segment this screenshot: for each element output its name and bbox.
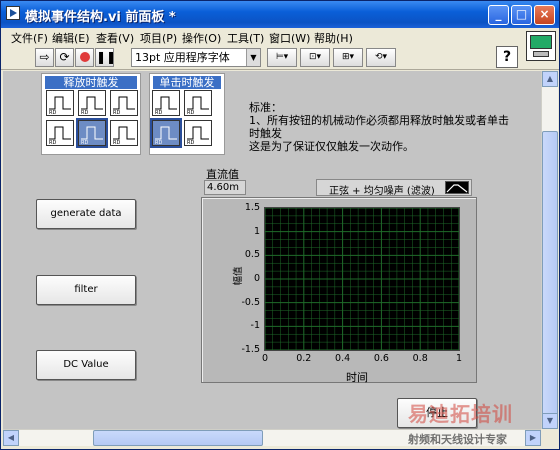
svg-text:RD: RD	[113, 140, 120, 145]
y-tick-label: 0.5	[244, 249, 260, 261]
context-help-button[interactable]: ?	[496, 46, 518, 68]
reorder-icon[interactable]: ⟲▾	[366, 48, 396, 67]
run-arrow-icon[interactable]: ⇨	[35, 48, 54, 67]
vertical-scroll-thumb[interactable]	[542, 131, 558, 421]
minimize-button[interactable]: _	[488, 5, 509, 25]
monitor-icon-screen	[530, 35, 552, 49]
single-trigger-header: 单击时触发	[153, 76, 221, 89]
svg-text:RD: RD	[155, 110, 162, 115]
legend-line-swatch	[445, 181, 469, 194]
filter-button[interactable]: filter	[36, 275, 136, 305]
y-tick-label: 1	[253, 225, 260, 237]
y-tick-label: -0.5	[241, 296, 260, 308]
window-title: 模拟事件结构.vi 前面板 *	[25, 10, 176, 25]
x-tick-label: 0.4	[335, 353, 351, 364]
chevron-down-icon: ▼	[246, 49, 260, 66]
svg-text:RD: RD	[49, 140, 56, 145]
maximize-button[interactable]: □	[511, 5, 532, 25]
mechanical-action-single-a[interactable]: RD	[152, 90, 180, 116]
vertical-scrollbar[interactable]: ▲ ▼	[541, 71, 558, 429]
align-objects-icon[interactable]: ⊨▾	[267, 48, 297, 67]
mechanical-action-switch-when-pressed[interactable]: RD	[46, 90, 74, 116]
close-button[interactable]: ×	[534, 5, 555, 25]
labview-app-icon[interactable]	[6, 6, 20, 20]
mechanical-action-switch-when-released[interactable]: RD	[78, 90, 106, 116]
note-line-2: 1、所有按钮的机械动作必须都用释放时触发或者单击时触发	[249, 114, 509, 140]
vi-front-panel-window: 模拟事件结构.vi 前面板 * _ □ × 文件(F) 编辑(E) 查看(V) …	[0, 0, 560, 450]
dc-value-indicator: 4.60m	[204, 180, 246, 195]
menu-file[interactable]: 文件(F)	[11, 30, 48, 46]
release-trigger-header: 释放时触发	[45, 76, 137, 89]
menu-tools[interactable]: 工具(T)	[227, 30, 264, 46]
x-tick-label: 0.6	[373, 353, 389, 364]
mechanical-action-single-b[interactable]: RD	[184, 90, 212, 116]
plot-svg	[264, 207, 460, 351]
horizontal-scroll-thumb[interactable]	[93, 430, 263, 446]
scroll-left-icon[interactable]: ◀	[3, 430, 19, 446]
menu-view[interactable]: 查看(V)	[96, 30, 134, 46]
menu-help[interactable]: 帮助(H)	[314, 30, 353, 46]
svg-text:RD: RD	[81, 140, 88, 145]
monitor-icon-base	[533, 51, 549, 57]
scroll-down-icon[interactable]: ▼	[542, 413, 558, 429]
plot-legend[interactable]: 正弦 + 均匀噪声 (滤波)	[316, 179, 472, 197]
run-continuous-icon[interactable]: ⟳	[55, 48, 74, 67]
waveform-plot-area[interactable]	[264, 207, 460, 351]
menu-operate[interactable]: 操作(O)	[182, 30, 221, 46]
mechanical-action-single-d[interactable]: RD	[184, 120, 212, 146]
menu-edit[interactable]: 编辑(E)	[52, 30, 90, 46]
x-tick-label: 0.2	[296, 353, 312, 364]
abort-icon[interactable]	[75, 48, 94, 67]
mechanical-action-single-c[interactable]: RD	[150, 118, 182, 148]
svg-text:RD: RD	[49, 110, 56, 115]
svg-text:RD: RD	[155, 140, 162, 145]
menu-bar: 文件(F) 编辑(E) 查看(V) 项目(P) 操作(O) 工具(T) 窗口(W…	[1, 28, 559, 46]
scroll-up-icon[interactable]: ▲	[542, 71, 558, 87]
x-axis-label: 时间	[346, 371, 368, 384]
pause-icon[interactable]: ❚❚	[95, 48, 116, 67]
font-select-value: 13pt 应用程序字体	[135, 51, 230, 64]
x-tick-label: 0.8	[412, 353, 428, 364]
svg-text:RD: RD	[81, 110, 88, 115]
svg-text:RD: RD	[113, 110, 120, 115]
note-line-3: 这是为了保证仅仅触发一次动作。	[249, 140, 414, 153]
mechanical-action-latch-when-pressed[interactable]: RD	[46, 120, 74, 146]
mechanical-action-latch-when-released[interactable]: RD	[76, 118, 108, 148]
mechanical-action-latch-until-released[interactable]: RD	[110, 120, 138, 146]
x-tick-label: 1	[455, 353, 463, 364]
menu-window[interactable]: 窗口(W)	[269, 30, 310, 46]
x-tick-label: 0	[261, 353, 269, 364]
scroll-right-icon[interactable]: ▶	[525, 430, 541, 446]
dc-value-button[interactable]: DC Value	[36, 350, 136, 380]
font-select[interactable]: 13pt 应用程序字体 ▼	[131, 48, 261, 67]
y-tick-label: -1	[250, 320, 260, 332]
resize-objects-icon[interactable]: ⊞▾	[333, 48, 363, 67]
svg-text:RD: RD	[187, 140, 194, 145]
distribute-objects-icon[interactable]: ⊡▾	[300, 48, 330, 67]
svg-text:RD: RD	[187, 110, 194, 115]
stop-button[interactable]: 停止	[397, 398, 477, 428]
generate-data-button[interactable]: generate data	[36, 199, 136, 229]
legend-label: 正弦 + 均匀噪声 (滤波)	[329, 186, 435, 197]
note-line-1: 标准：	[249, 101, 282, 114]
resize-grip-icon[interactable]	[541, 429, 558, 446]
menu-project[interactable]: 项目(P)	[140, 30, 177, 46]
y-axis-label: 幅值	[233, 266, 244, 286]
standard-note: 标准： 1、所有按钮的机械动作必须都用释放时触发或者单击时触发 这是为了保证仅仅…	[249, 101, 509, 153]
y-tick-label: 1.5	[244, 202, 260, 213]
horizontal-scrollbar[interactable]: ◀ ▶	[3, 429, 541, 446]
vi-icon[interactable]	[526, 31, 556, 61]
toolbar: ⇨ ⟳ ❚❚ 13pt 应用程序字体 ▼ ⊨▾ ⊡▾ ⊞▾ ⟲▾	[1, 46, 559, 70]
title-bar[interactable]: 模拟事件结构.vi 前面板 * _ □ ×	[1, 1, 559, 28]
mechanical-action-switch-until-released[interactable]: RD	[110, 90, 138, 116]
